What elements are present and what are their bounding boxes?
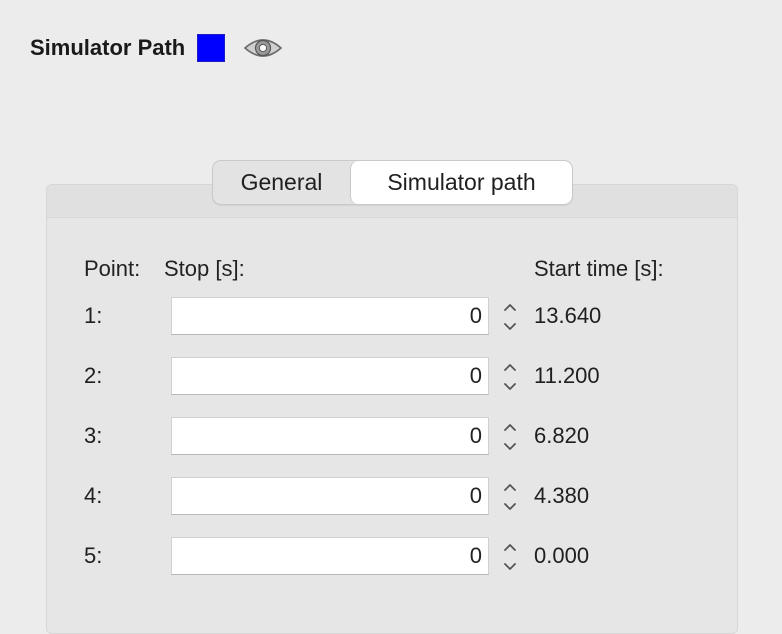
tab-simulator-path[interactable]: Simulator path bbox=[350, 161, 572, 204]
stop-column-header: Stop [s]: bbox=[164, 256, 245, 281]
table-row: 3: 6.820 bbox=[0, 417, 782, 457]
chevron-down-icon[interactable] bbox=[497, 557, 523, 577]
path-color-swatch[interactable] bbox=[197, 34, 226, 62]
stop-time-stepper[interactable] bbox=[497, 297, 523, 337]
start-time-value: 4.380 bbox=[534, 483, 590, 508]
chevron-up-icon[interactable] bbox=[497, 537, 523, 557]
stop-time-input[interactable] bbox=[171, 297, 489, 335]
chevron-down-icon[interactable] bbox=[497, 377, 523, 397]
tab-bar: General Simulator path bbox=[212, 160, 573, 205]
start-time-column-header: Start time [s]: bbox=[534, 256, 664, 281]
point-label: 1: bbox=[84, 303, 103, 328]
chevron-up-icon[interactable] bbox=[497, 417, 523, 437]
chevron-down-icon[interactable] bbox=[497, 437, 523, 457]
tab-general[interactable]: General bbox=[213, 161, 350, 204]
chevron-down-icon[interactable] bbox=[497, 497, 523, 517]
table-row: 4: 4.380 bbox=[0, 477, 782, 517]
stop-time-input[interactable] bbox=[171, 417, 489, 455]
stop-time-input[interactable] bbox=[171, 537, 489, 575]
chevron-up-icon[interactable] bbox=[497, 297, 523, 317]
point-label: 2: bbox=[84, 363, 103, 388]
header: Simulator Path bbox=[30, 33, 284, 63]
point-label: 3: bbox=[84, 423, 103, 448]
stop-time-stepper[interactable] bbox=[497, 357, 523, 397]
chevron-down-icon[interactable] bbox=[497, 317, 523, 337]
point-column-header: Point: bbox=[84, 256, 141, 281]
table-row: 1: 13.640 bbox=[0, 297, 782, 337]
table-row: 2: 11.200 bbox=[0, 357, 782, 397]
stop-time-input[interactable] bbox=[171, 477, 489, 515]
page-title: Simulator Path bbox=[30, 35, 186, 60]
start-time-value: 0.000 bbox=[534, 543, 590, 568]
start-time-value: 6.820 bbox=[534, 423, 590, 448]
eye-icon[interactable] bbox=[242, 34, 284, 62]
table-row: 5: 0.000 bbox=[0, 537, 782, 577]
chevron-up-icon[interactable] bbox=[497, 477, 523, 497]
start-time-value: 13.640 bbox=[534, 303, 602, 328]
chevron-up-icon[interactable] bbox=[497, 357, 523, 377]
stop-time-stepper[interactable] bbox=[497, 477, 523, 517]
point-label: 5: bbox=[84, 543, 103, 568]
stop-time-input[interactable] bbox=[171, 357, 489, 395]
stop-time-stepper[interactable] bbox=[497, 417, 523, 457]
start-time-value: 11.200 bbox=[534, 363, 600, 388]
point-label: 4: bbox=[84, 483, 103, 508]
stop-time-stepper[interactable] bbox=[497, 537, 523, 577]
